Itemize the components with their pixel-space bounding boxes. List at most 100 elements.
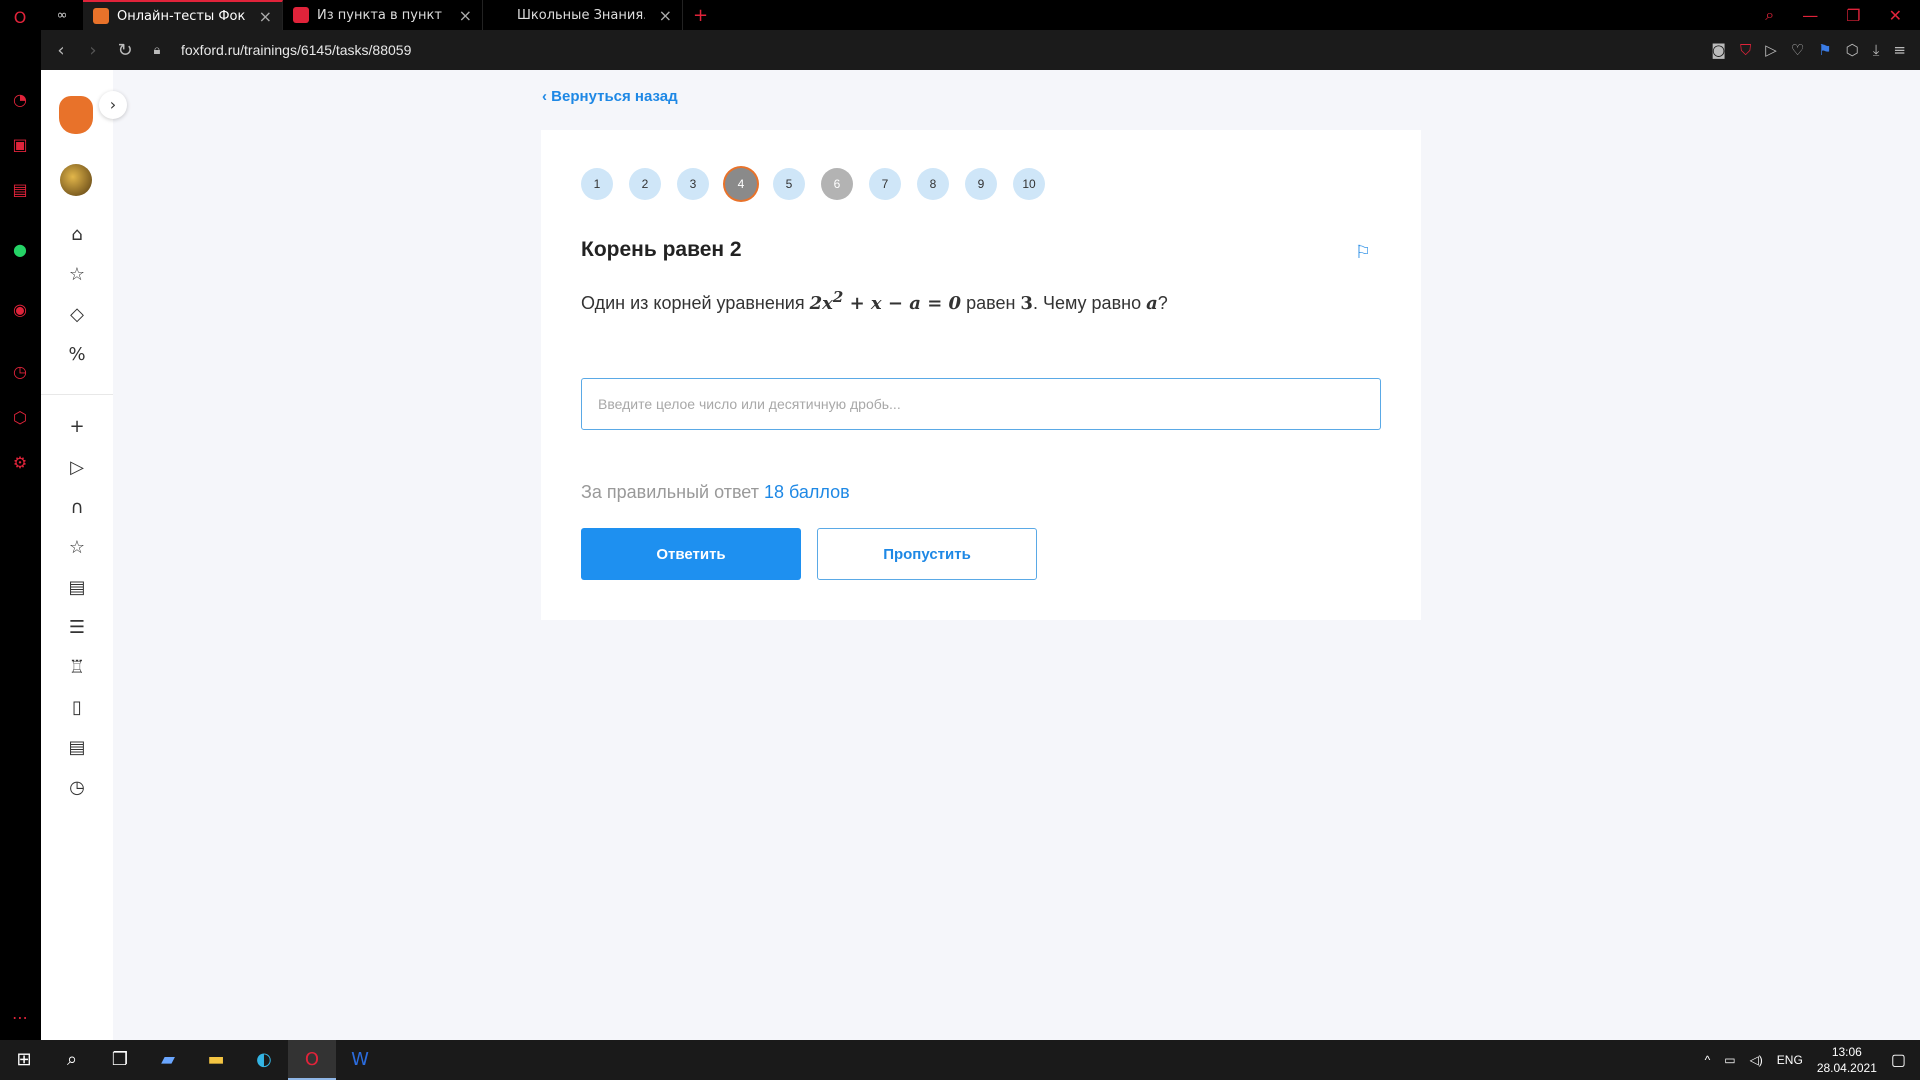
opera-logo-icon[interactable]: O [10,8,30,28]
headphones-icon[interactable]: ∩ [65,496,89,520]
root-value: 3 [1020,293,1033,314]
document-icon[interactable]: ▤ [65,736,89,760]
word-icon[interactable]: W [336,1040,384,1080]
taskbar: ⊞ ⌕ ❐ ▰ ▬ ◐ O W ^ ▭ ◁) ENG 13:06 28.04.2… [0,1040,1920,1080]
site-sidebar: › ⌂ ☆ ◇ % + ▷ ∩ ☆ ▤ ☰ ♖ ▯ ▤ ◷ [41,70,127,1040]
znanija-favicon-icon [493,7,509,23]
cube-icon[interactable]: ⬡ [1846,41,1859,59]
sidebar-divider [41,394,113,395]
opera-sidebar: O ◔ ▣ ▤ ● ◉ ◷ ⬡ ⚙ ⋯ [0,0,41,1040]
reload-icon[interactable]: ↻ [109,40,141,61]
task-pager: 1 2 3 4 5 6 7 8 9 10 [581,168,1045,200]
bag-icon[interactable]: ▣ [10,135,30,155]
camera-icon[interactable]: ◙ [1711,41,1726,59]
back-link-label: Вернуться назад [551,88,678,105]
archive-icon[interactable]: ▤ [65,576,89,600]
answer-input[interactable] [581,378,1381,430]
heart-icon[interactable]: ♡ [1791,41,1804,59]
tab-menu-icon[interactable]: ∞ [41,0,83,30]
tab-yandex[interactable]: Из пункта в пункт , рассто × [283,0,483,30]
whatsapp-icon[interactable]: ● [10,240,30,260]
star-icon[interactable]: ☆ [65,263,89,287]
page-8-button[interactable]: 8 [917,168,949,200]
clock-date: 28.04.2021 [1816,1061,1877,1075]
tab-foxford[interactable]: Онлайн-тесты Фоксфорд × [83,0,283,30]
network-icon[interactable]: ▭ [1724,1053,1735,1067]
plus-icon[interactable]: + [65,415,89,439]
close-icon[interactable]: × [659,6,672,25]
menu-icon[interactable]: ≡ [1893,41,1906,59]
page-9-button[interactable]: 9 [965,168,997,200]
flag-extension-icon[interactable]: ⚑ [1818,41,1831,59]
page-3-button[interactable]: 3 [677,168,709,200]
back-link[interactable]: ‹ Вернуться назад [542,88,678,105]
page-1-button[interactable]: 1 [581,168,613,200]
clock-icon[interactable]: ◷ [65,776,89,800]
trophy-icon[interactable]: ♖ [65,656,89,680]
score-prefix: За правильный ответ [581,482,764,502]
tag-icon[interactable]: ◇ [65,303,89,327]
equation: 2x2 + x − a = 0 [809,288,962,314]
notifications-icon[interactable]: ▢ [1891,1050,1906,1070]
page-2-button[interactable]: 2 [629,168,661,200]
player-icon[interactable]: ◉ [10,300,30,320]
home-icon[interactable]: ⌂ [65,223,89,247]
restore-icon[interactable]: ❐ [1846,6,1860,25]
search-icon[interactable]: ⌕ [48,1040,96,1080]
settings-icon[interactable]: ⚙ [10,453,30,473]
history-icon[interactable]: ◷ [10,362,30,382]
task-title: Корень равен 2 [581,238,742,261]
more-icon[interactable]: ⋯ [10,1008,30,1028]
star-outline-icon[interactable]: ☆ [65,536,89,560]
new-tab-button[interactable]: + [683,0,718,30]
minimize-icon[interactable]: — [1802,6,1818,25]
windows-start-icon[interactable]: ⊞ [0,1040,48,1080]
report-flag-icon[interactable]: ⚐ [1355,242,1371,263]
page-10-button[interactable]: 10 [1013,168,1045,200]
cube-icon[interactable]: ⬡ [10,408,30,428]
adblock-icon[interactable]: ⛉ [1740,41,1751,59]
chevron-left-icon: ‹ [542,88,552,105]
question-prefix: Один из корней уравнения [581,293,810,313]
play-icon[interactable]: ▷ [65,456,89,480]
skip-button[interactable]: Пропустить [817,528,1037,580]
chevron-up-icon[interactable]: ^ [1705,1053,1711,1067]
speed-dial-icon[interactable]: ◔ [10,90,30,110]
url-field[interactable]: foxford.ru/trainings/6145/tasks/88059 [181,42,411,58]
variable: a [1146,293,1158,314]
page-7-button[interactable]: 7 [869,168,901,200]
page-4-button[interactable]: 4 [725,168,757,200]
close-icon[interactable]: × [459,6,472,25]
percent-icon[interactable]: % [65,343,89,367]
download-icon[interactable]: ⤓ [1873,41,1880,59]
forward-icon[interactable]: › [77,40,109,61]
file-explorer-icon[interactable]: ▬ [192,1040,240,1080]
expand-sidebar-button[interactable]: › [99,91,127,119]
foxford-logo-icon[interactable] [59,96,93,134]
question-end: ? [1157,293,1168,313]
clock-time: 13:06 [1831,1045,1862,1059]
address-bar: ‹ › ↻ 🔒︎ foxford.ru/trainings/6145/tasks… [41,30,1920,70]
submit-answer-button[interactable]: Ответить [581,528,801,580]
page-6-button[interactable]: 6 [821,168,853,200]
language-indicator[interactable]: ENG [1777,1053,1803,1067]
clock[interactable]: 13:06 28.04.2021 [1817,1044,1877,1076]
search-icon[interactable]: ⌕ [1765,5,1774,25]
system-tray: ^ ▭ ◁) ENG 13:06 28.04.2021 ▢ [1705,1044,1920,1076]
volume-icon[interactable]: ◁) [1750,1053,1763,1067]
list-icon[interactable]: ☰ [65,616,89,640]
edge-icon[interactable]: ◐ [240,1040,288,1080]
app-icon[interactable]: ▰ [144,1040,192,1080]
back-icon[interactable]: ‹ [45,40,77,61]
tab-bar: ∞ Онлайн-тесты Фоксфорд × Из пункта в пу… [41,0,1920,30]
close-window-icon[interactable]: ✕ [1889,6,1902,25]
twitch-icon[interactable]: ▤ [10,180,30,200]
task-view-icon[interactable]: ❐ [96,1040,144,1080]
page-5-button[interactable]: 5 [773,168,805,200]
opera-icon[interactable]: O [288,1040,336,1080]
avatar[interactable] [60,164,92,196]
book-icon[interactable]: ▯ [65,696,89,720]
send-icon[interactable]: ▷ [1765,41,1777,59]
tab-znanija[interactable]: Школьные Знания.com - F × [483,0,683,30]
close-icon[interactable]: × [259,7,272,26]
